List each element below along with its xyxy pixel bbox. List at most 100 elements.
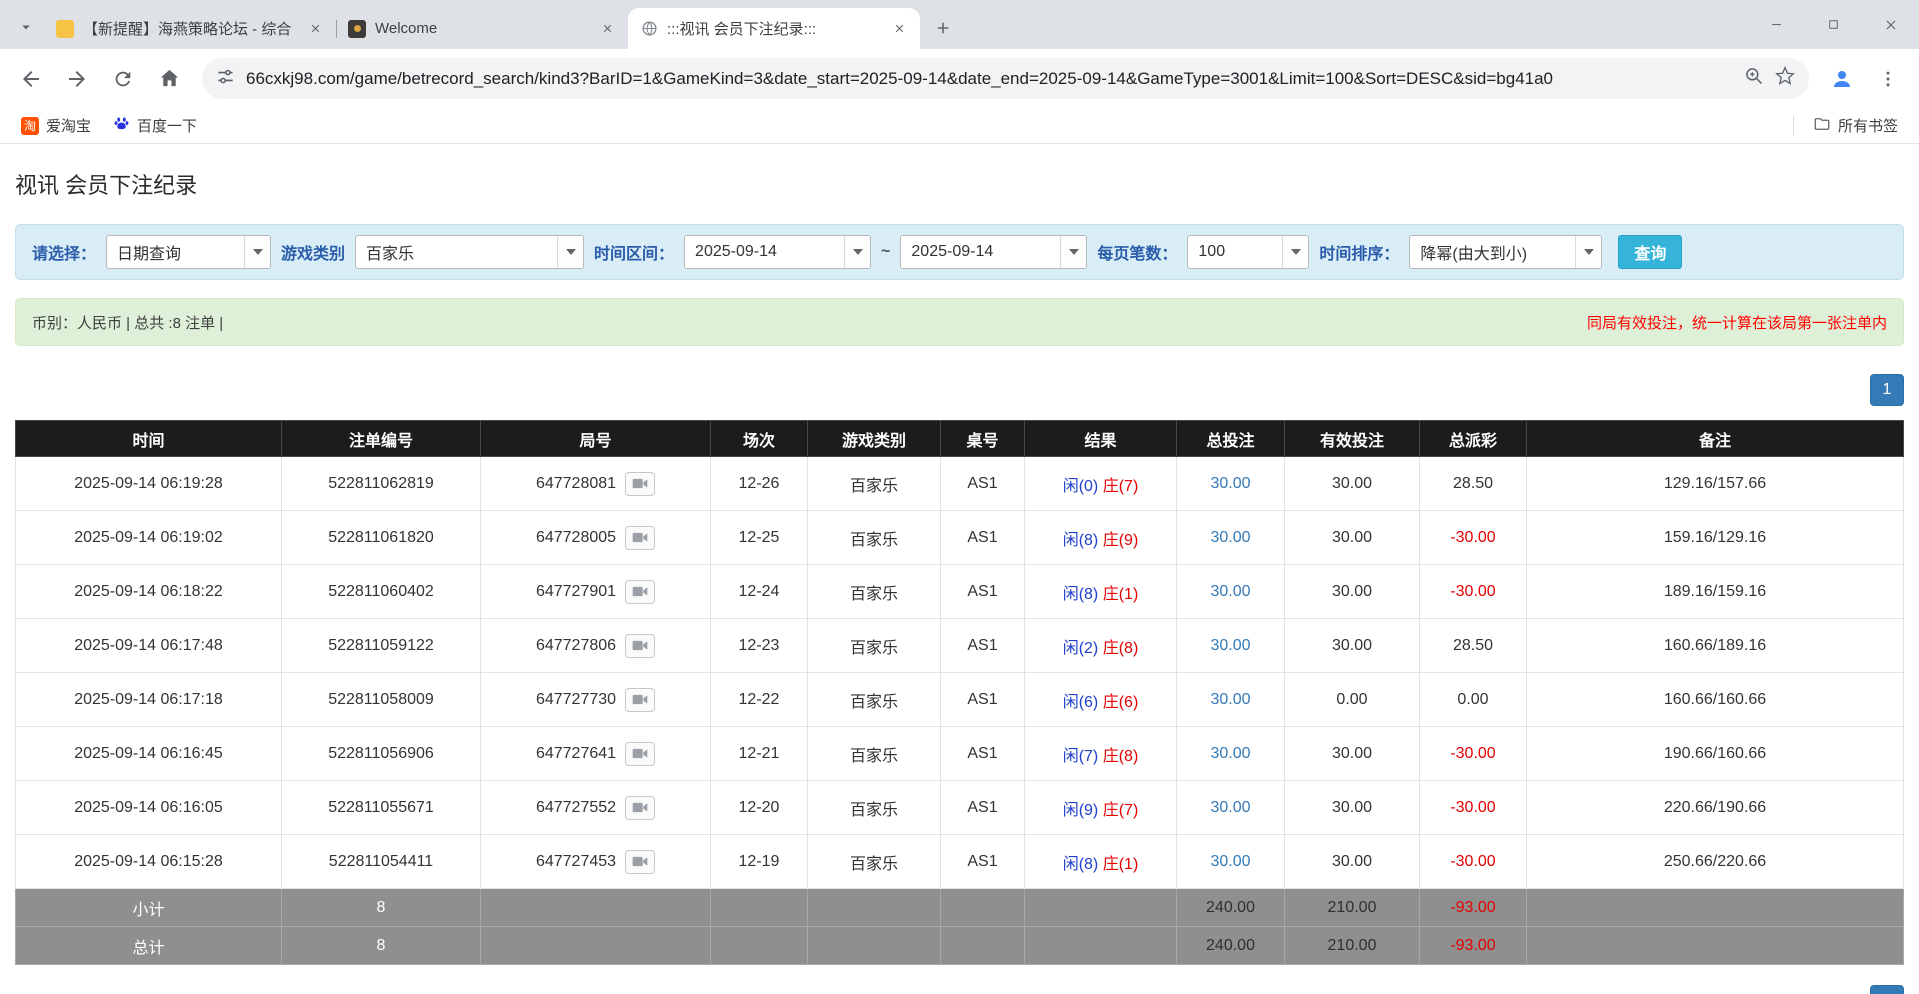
cell-bet-id: 522811059122: [282, 619, 481, 673]
total-bet-link[interactable]: 30.00: [1210, 799, 1250, 816]
date-end-input[interactable]: 2025-09-14: [900, 235, 1087, 269]
cell-result: 闲(7) 庄(8): [1025, 727, 1177, 781]
chevron-down-icon[interactable]: [244, 236, 270, 268]
video-replay-icon[interactable]: [625, 634, 655, 658]
cell-bet-id: 522811055671: [282, 781, 481, 835]
player-result: 闲(0): [1063, 478, 1099, 495]
cell-payout: 28.50: [1420, 457, 1527, 511]
zoom-icon[interactable]: [1744, 66, 1764, 91]
col-header-total-bet: 总投注: [1177, 421, 1285, 457]
bookmarks-bar: 淘 爱淘宝 百度一下 所有书签: [0, 108, 1919, 144]
home-icon[interactable]: [148, 58, 190, 100]
date-mode-value: 日期查询: [107, 236, 244, 268]
player-result: 闲(2): [1063, 640, 1099, 657]
cell-table: AS1: [941, 727, 1025, 781]
cell-total-bet: 30.00: [1177, 457, 1285, 511]
cell-table: AS1: [941, 781, 1025, 835]
close-icon[interactable]: [596, 18, 618, 40]
filter-bar: 请选择： 日期查询 游戏类别 百家乐 时间区间： 2025-09-14 ~ 20…: [15, 224, 1904, 280]
tab-title: :::视讯 会员下注纪录:::: [667, 18, 879, 39]
tab-search-chevron-icon[interactable]: [8, 7, 44, 47]
total-bet-link[interactable]: 30.00: [1210, 637, 1250, 654]
video-replay-icon[interactable]: [625, 472, 655, 496]
pagination-top: 1: [15, 374, 1904, 406]
tab-bet-records[interactable]: :::视讯 会员下注纪录:::: [628, 8, 920, 49]
per-page-select[interactable]: 100: [1187, 235, 1309, 269]
page-1-button[interactable]: 1: [1870, 985, 1904, 994]
table-row: 2025-09-14 06:19:02 522811061820 6477280…: [16, 511, 1904, 565]
profile-avatar-icon[interactable]: [1821, 58, 1863, 100]
maximize-button[interactable]: [1805, 0, 1862, 49]
close-window-button[interactable]: [1862, 0, 1919, 49]
chevron-down-icon[interactable]: [1282, 236, 1308, 268]
close-icon[interactable]: [888, 18, 910, 40]
video-replay-icon[interactable]: [625, 742, 655, 766]
new-tab-button[interactable]: [926, 11, 960, 45]
chevron-down-icon[interactable]: [844, 236, 870, 268]
total-bet-link[interactable]: 30.00: [1210, 475, 1250, 492]
video-replay-icon[interactable]: [625, 688, 655, 712]
table-header-row: 时间 注单编号 局号 场次 游戏类别 桌号 结果 总投注 有效投注 总派彩 备注: [16, 421, 1904, 457]
table-row: 2025-09-14 06:18:22 522811060402 6477279…: [16, 565, 1904, 619]
video-replay-icon[interactable]: [625, 526, 655, 550]
url-bar[interactable]: 66cxkj98.com/game/betrecord_search/kind3…: [202, 58, 1809, 99]
video-replay-icon[interactable]: [625, 796, 655, 820]
chevron-down-icon[interactable]: [1060, 236, 1086, 268]
summary-notice: 同局有效投注，统一计算在该局第一张注单内: [1587, 312, 1887, 333]
bet-records-table: 时间 注单编号 局号 场次 游戏类别 桌号 结果 总投注 有效投注 总派彩 备注…: [15, 420, 1904, 965]
reload-icon[interactable]: [102, 58, 144, 100]
date-start-input[interactable]: 2025-09-14: [684, 235, 871, 269]
cell-game-type: 百家乐: [808, 835, 941, 889]
cell-table: AS1: [941, 619, 1025, 673]
game-type-label: 游戏类别: [281, 240, 345, 264]
close-icon[interactable]: [304, 18, 326, 40]
menu-kebab-icon[interactable]: [1867, 58, 1909, 100]
sort-select[interactable]: 降幂(由大到小): [1409, 235, 1602, 269]
cell-note: 160.66/160.66: [1527, 673, 1904, 727]
total-bet-link[interactable]: 30.00: [1210, 691, 1250, 708]
cell-valid-bet: 30.00: [1285, 619, 1420, 673]
total-bet-link[interactable]: 30.00: [1210, 529, 1250, 546]
cell-bet-id: 522811054411: [282, 835, 481, 889]
back-icon[interactable]: [10, 58, 52, 100]
table-row: 2025-09-14 06:17:18 522811058009 6477277…: [16, 673, 1904, 727]
cell-round-id: 647727641: [481, 727, 711, 781]
site-info-icon[interactable]: [216, 67, 235, 91]
bookmark-taobao[interactable]: 淘 爱淘宝: [12, 112, 100, 139]
total-bet-link[interactable]: 30.00: [1210, 583, 1250, 600]
date-mode-select[interactable]: 日期查询: [106, 235, 271, 269]
cell-session: 12-24: [711, 565, 808, 619]
bookmark-star-icon[interactable]: [1775, 66, 1795, 91]
chevron-down-icon[interactable]: [557, 236, 583, 268]
cell-result: 闲(8) 庄(1): [1025, 835, 1177, 889]
cell-table: AS1: [941, 565, 1025, 619]
tab-forum[interactable]: 【新提醒】海燕策略论坛 - 综合: [44, 8, 336, 49]
cell-note: 190.66/160.66: [1527, 727, 1904, 781]
search-button[interactable]: 查询: [1618, 235, 1682, 269]
round-id-text: 647728005: [536, 529, 616, 547]
game-type-select[interactable]: 百家乐: [355, 235, 584, 269]
all-bookmarks-button[interactable]: 所有书签: [1804, 112, 1907, 140]
banker-result: 庄(1): [1103, 586, 1139, 603]
cell-session: 12-23: [711, 619, 808, 673]
video-replay-icon[interactable]: [625, 580, 655, 604]
col-header-session: 场次: [711, 421, 808, 457]
banker-result: 庄(9): [1103, 532, 1139, 549]
chevron-down-icon[interactable]: [1575, 236, 1601, 268]
tab-welcome[interactable]: Welcome: [336, 8, 628, 49]
banker-result: 庄(7): [1103, 802, 1139, 819]
cell-table: AS1: [941, 835, 1025, 889]
page-1-button[interactable]: 1: [1870, 374, 1904, 406]
cell-session: 12-19: [711, 835, 808, 889]
video-replay-icon[interactable]: [625, 850, 655, 874]
bookmark-baidu[interactable]: 百度一下: [104, 112, 206, 139]
navigation-bar: 66cxkj98.com/game/betrecord_search/kind3…: [0, 49, 1919, 108]
minimize-button[interactable]: [1748, 0, 1805, 49]
table-row: 2025-09-14 06:15:28 522811054411 6477274…: [16, 835, 1904, 889]
cell-note: 220.66/190.66: [1527, 781, 1904, 835]
total-bet-link[interactable]: 30.00: [1210, 853, 1250, 870]
date-end-value: 2025-09-14: [901, 236, 1060, 268]
total-bet-link[interactable]: 30.00: [1210, 745, 1250, 762]
forward-icon[interactable]: [56, 58, 98, 100]
forum-favicon-icon: [56, 20, 74, 38]
